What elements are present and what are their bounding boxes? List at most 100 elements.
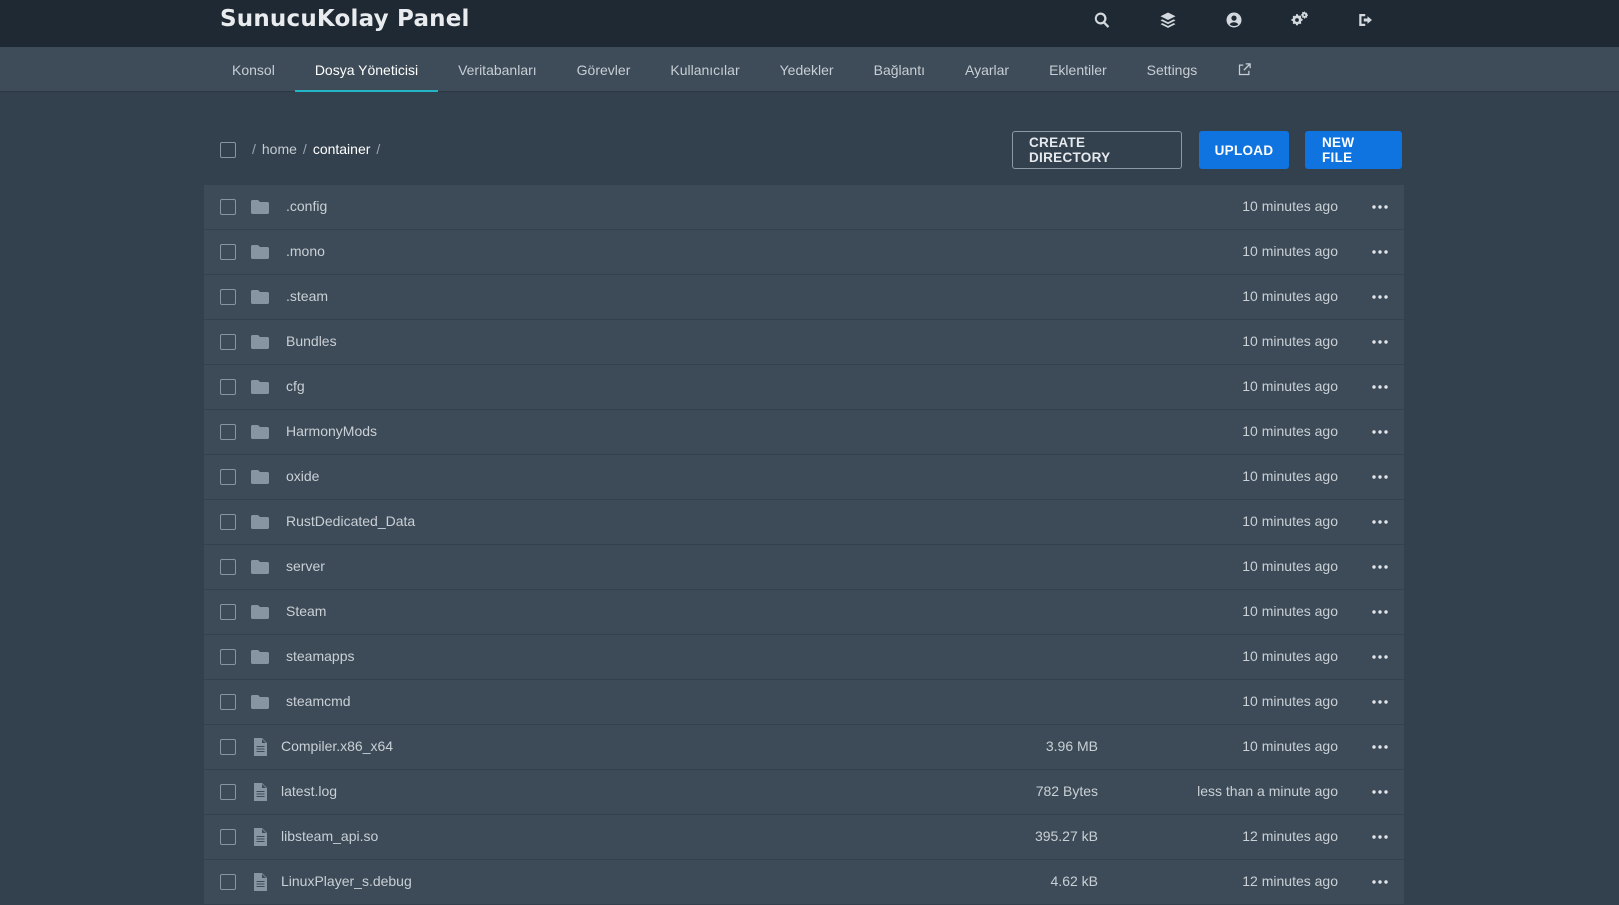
create-directory-button[interactable]: CREATE DIRECTORY <box>1012 131 1182 169</box>
user-circle-icon[interactable] <box>1201 0 1267 40</box>
file-modified: 10 minutes ago <box>1242 243 1338 259</box>
tab-eklentiler[interactable]: Eklentiler <box>1029 47 1127 92</box>
folder-icon <box>250 333 270 351</box>
file-row[interactable]: .mono 10 minutes ago <box>204 230 1404 274</box>
file-modified: 10 minutes ago <box>1242 693 1338 709</box>
layers-icon[interactable] <box>1135 0 1201 40</box>
file-name[interactable]: steamcmd <box>286 693 351 709</box>
folder-icon <box>250 378 270 396</box>
more-options-icon[interactable] <box>1370 512 1390 532</box>
tab-gorevler[interactable]: Görevler <box>557 47 651 92</box>
file-name[interactable]: Bundles <box>286 333 337 349</box>
file-row[interactable]: latest.log 782 Bytes less than a minute ag… <box>204 770 1404 814</box>
file-name[interactable]: latest.log <box>281 783 337 799</box>
file-row[interactable]: Compiler.x86_x64 3.96 MB 10 minutes ago <box>204 725 1404 769</box>
more-options-icon[interactable] <box>1370 782 1390 802</box>
row-checkbox[interactable] <box>220 424 236 440</box>
file-size: 395.27 kB <box>1034 828 1098 844</box>
more-options-icon[interactable] <box>1370 287 1390 307</box>
more-options-icon[interactable] <box>1370 422 1390 442</box>
tab-veritabanlari[interactable]: Veritabanları <box>438 47 557 92</box>
row-checkbox[interactable] <box>220 559 236 575</box>
file-row[interactable]: .config 10 minutes ago <box>204 185 1404 229</box>
row-checkbox[interactable] <box>220 874 236 890</box>
file-name[interactable]: Compiler.x86_x64 <box>281 738 393 754</box>
file-row[interactable]: Steam 10 minutes ago <box>204 590 1404 634</box>
file-row[interactable]: oxide 10 minutes ago <box>204 455 1404 499</box>
more-options-icon[interactable] <box>1370 602 1390 622</box>
file-row[interactable]: cfg 10 minutes ago <box>204 365 1404 409</box>
file-modified: less than a minute ago <box>1197 783 1338 799</box>
new-file-button[interactable]: NEW FILE <box>1305 131 1402 169</box>
file-row[interactable]: steamcmd 10 minutes ago <box>204 680 1404 724</box>
app-title[interactable]: SunucuKolay Panel <box>220 6 470 32</box>
more-options-icon[interactable] <box>1370 467 1390 487</box>
file-row[interactable]: .steam 10 minutes ago <box>204 275 1404 319</box>
file-row[interactable]: HarmonyMods 10 minutes ago <box>204 410 1404 454</box>
row-checkbox[interactable] <box>220 739 236 755</box>
file-name[interactable]: .config <box>286 198 327 214</box>
file-modified: 10 minutes ago <box>1242 198 1338 214</box>
tab-kullanicilar[interactable]: Kullanıcılar <box>650 47 759 92</box>
file-name[interactable]: steamapps <box>286 648 354 664</box>
file-name[interactable]: libsteam_api.so <box>281 828 378 844</box>
file-modified: 10 minutes ago <box>1242 423 1338 439</box>
more-options-icon[interactable] <box>1370 377 1390 397</box>
file-name[interactable]: oxide <box>286 468 319 484</box>
file-name[interactable]: Steam <box>286 603 326 619</box>
file-name[interactable]: .steam <box>286 288 328 304</box>
row-checkbox[interactable] <box>220 604 236 620</box>
gears-icon[interactable] <box>1267 0 1333 40</box>
more-options-icon[interactable] <box>1370 827 1390 847</box>
row-checkbox[interactable] <box>220 649 236 665</box>
more-options-icon[interactable] <box>1370 647 1390 667</box>
row-checkbox[interactable] <box>220 334 236 350</box>
file-name[interactable]: cfg <box>286 378 305 394</box>
select-all-checkbox[interactable] <box>220 142 236 158</box>
file-name[interactable]: RustDedicated_Data <box>286 513 415 529</box>
folder-icon <box>250 603 270 621</box>
more-options-icon[interactable] <box>1370 737 1390 757</box>
file-modified: 10 minutes ago <box>1242 378 1338 394</box>
row-checkbox[interactable] <box>220 289 236 305</box>
more-options-icon[interactable] <box>1370 872 1390 892</box>
more-options-icon[interactable] <box>1370 197 1390 217</box>
row-checkbox[interactable] <box>220 829 236 845</box>
row-checkbox[interactable] <box>220 469 236 485</box>
row-checkbox[interactable] <box>220 244 236 260</box>
sign-out-icon[interactable] <box>1333 0 1399 40</box>
row-checkbox[interactable] <box>220 199 236 215</box>
more-options-icon[interactable] <box>1370 332 1390 352</box>
tab-bar: Konsol Dosya Yöneticisi Veritabanları Gö… <box>212 47 1272 92</box>
tab-dosya-yoneticisi[interactable]: Dosya Yöneticisi <box>294 47 439 92</box>
upload-button[interactable]: UPLOAD <box>1199 131 1289 169</box>
more-options-icon[interactable] <box>1370 692 1390 712</box>
file-name[interactable]: HarmonyMods <box>286 423 377 439</box>
row-checkbox[interactable] <box>220 514 236 530</box>
row-checkbox[interactable] <box>220 784 236 800</box>
file-row[interactable]: steamapps 10 minutes ago <box>204 635 1404 679</box>
tab-yedekler[interactable]: Yedekler <box>760 47 854 92</box>
tab-settings[interactable]: Settings <box>1127 47 1218 92</box>
file-name[interactable]: .mono <box>286 243 325 259</box>
folder-icon <box>250 648 270 666</box>
tab-konsol[interactable]: Konsol <box>212 47 295 92</box>
breadcrumb-home[interactable]: home <box>262 141 297 157</box>
file-row[interactable]: Bundles 10 minutes ago <box>204 320 1404 364</box>
more-options-icon[interactable] <box>1370 557 1390 577</box>
folder-icon <box>250 468 270 486</box>
file-toolbar: / home / container / CREATE DIRECTORY UP… <box>204 131 1404 169</box>
file-row[interactable]: server 10 minutes ago <box>204 545 1404 589</box>
file-row[interactable]: LinuxPlayer_s.debug 4.62 kB 12 minutes ago <box>204 860 1404 904</box>
file-name[interactable]: server <box>286 558 325 574</box>
more-options-icon[interactable] <box>1370 242 1390 262</box>
tab-baglanti[interactable]: Bağlantı <box>854 47 945 92</box>
tab-ayarlar[interactable]: Ayarlar <box>945 47 1029 92</box>
row-checkbox[interactable] <box>220 379 236 395</box>
search-icon[interactable] <box>1069 0 1135 40</box>
file-row[interactable]: libsteam_api.so 395.27 kB 12 minutes ago <box>204 815 1404 859</box>
tab-external-link[interactable] <box>1217 47 1272 92</box>
file-name[interactable]: LinuxPlayer_s.debug <box>281 873 412 889</box>
row-checkbox[interactable] <box>220 694 236 710</box>
file-row[interactable]: RustDedicated_Data 10 minutes ago <box>204 500 1404 544</box>
